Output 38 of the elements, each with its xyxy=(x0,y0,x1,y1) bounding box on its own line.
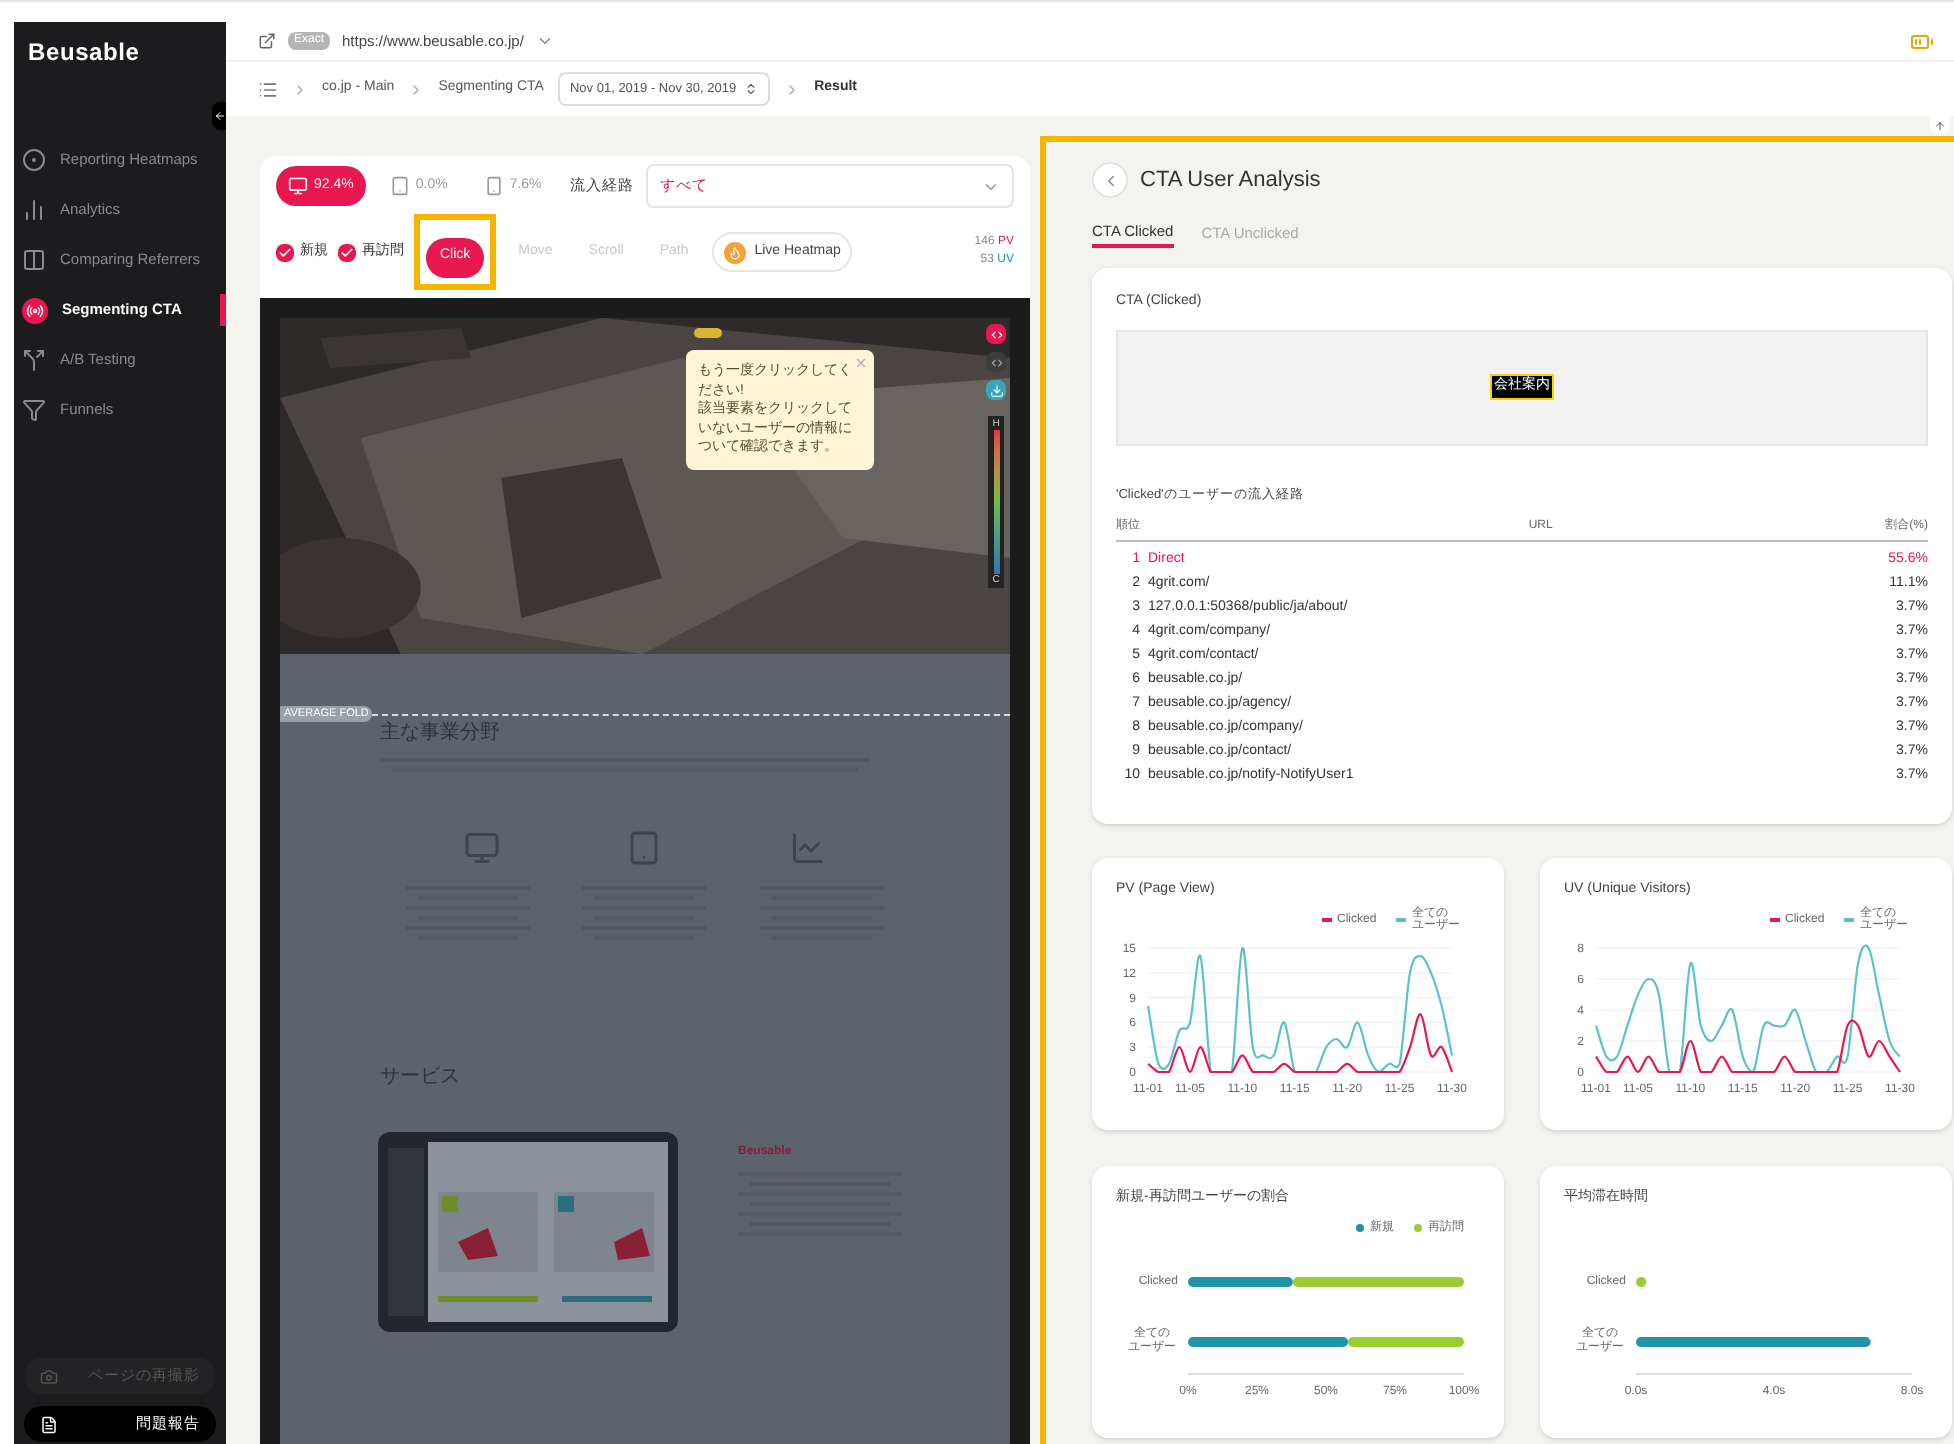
logo: Beusable xyxy=(28,36,140,70)
arrows-icon xyxy=(989,355,1003,369)
arrow-up-icon xyxy=(1934,119,1946,131)
radio-icon xyxy=(22,297,48,323)
bar-chart-icon xyxy=(22,198,46,222)
download-button[interactable] xyxy=(986,380,1006,400)
funnel-icon xyxy=(22,398,46,422)
scroll-top-button[interactable] xyxy=(1930,116,1950,134)
target-icon xyxy=(22,148,46,172)
heat-gradient xyxy=(993,430,999,574)
arrows-icon xyxy=(989,327,1003,341)
chevron-right-icon xyxy=(292,81,308,97)
checkbox[interactable] xyxy=(276,243,294,261)
external-link-icon[interactable] xyxy=(258,32,276,50)
checkbox[interactable] xyxy=(338,243,356,261)
list-icon[interactable] xyxy=(258,79,278,99)
battery-icon xyxy=(1910,29,1934,53)
chart-icon xyxy=(790,830,827,866)
bar xyxy=(1636,1277,1647,1287)
columns-icon xyxy=(22,248,46,272)
download-icon xyxy=(989,383,1003,397)
camera-icon xyxy=(40,1367,58,1385)
up-down-icon xyxy=(744,82,759,96)
collapse-view-button[interactable] xyxy=(986,352,1006,372)
document-icon xyxy=(40,1415,58,1433)
chevron-down-icon[interactable] xyxy=(535,32,554,50)
highlight-marker xyxy=(694,328,722,338)
monitor-icon xyxy=(288,176,308,196)
active-indicator xyxy=(220,294,226,326)
monitor-icon xyxy=(463,830,500,866)
collapse-handle[interactable] xyxy=(212,102,226,130)
tablet-icon xyxy=(626,830,663,866)
tablet-icon xyxy=(389,176,410,196)
flame-icon xyxy=(724,241,747,263)
code-view-button[interactable] xyxy=(986,324,1006,344)
split-icon xyxy=(22,348,46,372)
phone-icon xyxy=(483,176,504,196)
panel-title: CTA User Analysis xyxy=(1140,165,1321,196)
